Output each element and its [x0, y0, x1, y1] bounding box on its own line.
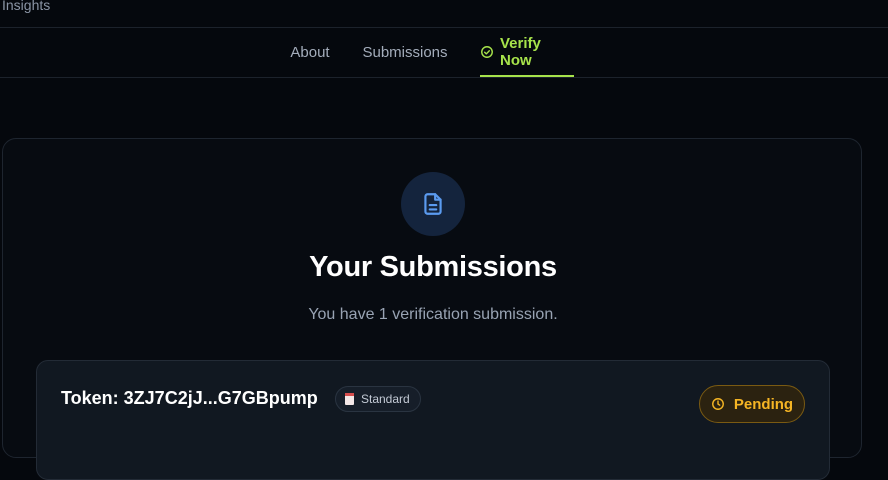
- tier-badge: Standard: [335, 386, 421, 412]
- submissions-panel: Your Submissions You have 1 verification…: [2, 138, 862, 480]
- tab-about[interactable]: About: [284, 28, 336, 77]
- status-label: Pending: [733, 395, 794, 413]
- submission-card[interactable]: Token: 3ZJ7C2jJ...G7GBpump Standard Pend…: [36, 360, 830, 480]
- check-circle-icon: [480, 45, 494, 59]
- tab-about-label: About: [290, 44, 330, 61]
- document-emoji-icon: [345, 393, 354, 405]
- tier-label: Standard: [361, 392, 410, 406]
- brand-label[interactable]: Insights: [2, 0, 50, 13]
- page-title: Your Submissions: [309, 251, 557, 283]
- status-badge: Pending: [699, 385, 805, 423]
- tab-verify-now[interactable]: Verify Now: [480, 28, 574, 77]
- file-icon: [401, 172, 465, 236]
- tab-verify-now-label: Verify Now: [500, 34, 541, 69]
- token-label: Token: 3ZJ7C2jJ...G7GBpump: [61, 388, 318, 408]
- tab-submissions[interactable]: Submissions: [358, 28, 452, 77]
- page-subtitle: You have 1 verification submission.: [308, 306, 558, 323]
- clock-icon: [711, 397, 725, 411]
- tab-bar: About Submissions Verify Now: [0, 28, 888, 78]
- top-bar: Insights: [0, 0, 888, 28]
- tab-submissions-label: Submissions: [362, 44, 448, 61]
